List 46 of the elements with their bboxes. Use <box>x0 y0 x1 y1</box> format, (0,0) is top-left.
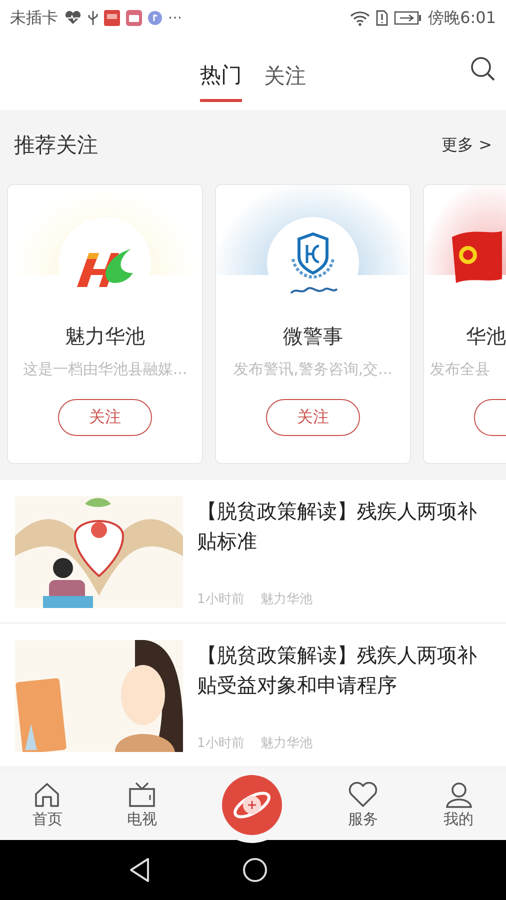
article-time: 1小时前 <box>197 591 244 608</box>
more-link[interactable]: 更多 > <box>442 134 492 156</box>
article-item[interactable]: 【脱贫政策解读】残疾人两项补贴受益对象和申请程序 1小时前 魅力华池 <box>0 624 506 766</box>
home-button-icon[interactable] <box>242 857 268 883</box>
account-name: 微警事 <box>283 323 343 350</box>
article-source: 魅力华池 <box>260 591 312 608</box>
article-time: 1小时前 <box>197 735 244 752</box>
follow-button[interactable]: 关注 <box>58 399 152 436</box>
nav-tab[interactable]: 我的 <box>444 782 474 828</box>
account-card[interactable]: 魅力华池 这是一档由华池县融媒... 关注 <box>7 184 203 464</box>
article-item[interactable]: 【脱贫政策解读】残疾人两项补贴标准 1小时前 魅力华池 <box>0 480 506 622</box>
app-icon <box>126 10 142 26</box>
battery-icon <box>394 11 422 25</box>
article-source: 魅力华池 <box>260 735 312 752</box>
tab[interactable]: 关注 <box>264 36 306 102</box>
music-icon <box>148 11 162 25</box>
account-description: 发布全县 <box>429 360 491 379</box>
carrier-text: 未插卡 <box>10 8 58 28</box>
tv-icon <box>128 782 156 808</box>
app-icon <box>104 10 120 26</box>
article-title: 【脱贫政策解读】残疾人两项补贴受益对象和申请程序 <box>197 642 478 699</box>
nav-tab[interactable]: 首页 <box>32 782 62 828</box>
more-notifications: ⋯ <box>168 10 182 26</box>
search-icon[interactable] <box>470 56 496 82</box>
tab[interactable]: 热门 <box>200 36 242 102</box>
account-name: 华池 <box>465 323 506 350</box>
account-description: 这是一档由华池县融媒... <box>22 360 188 379</box>
heart-icon <box>346 782 379 808</box>
home-icon <box>33 782 62 808</box>
person-icon <box>444 782 473 808</box>
back-icon[interactable] <box>128 857 152 883</box>
follow-button[interactable] <box>474 399 506 436</box>
section-title: 推荐关注 <box>14 132 98 159</box>
account-description: 发布警讯,警务咨询,交... <box>232 360 394 379</box>
account-card[interactable]: 华池 发布全县 <box>423 184 506 464</box>
follow-button[interactable]: 关注 <box>266 399 360 436</box>
account-card[interactable]: 微警事 发布警讯,警务咨询,交... 关注 <box>215 184 411 464</box>
account-name: 魅力华池 <box>65 323 145 350</box>
heart-pulse-icon <box>64 11 82 25</box>
article-title: 【脱贫政策解读】残疾人两项补贴标准 <box>197 498 478 555</box>
sim-alert-icon <box>376 10 388 26</box>
nav-tab[interactable]: 服务 <box>346 782 379 828</box>
nav-tab[interactable]: 电视 <box>127 782 158 828</box>
usb-icon <box>88 10 98 26</box>
clock-text: 傍晚6:01 <box>428 8 496 28</box>
wifi-icon <box>350 10 370 26</box>
